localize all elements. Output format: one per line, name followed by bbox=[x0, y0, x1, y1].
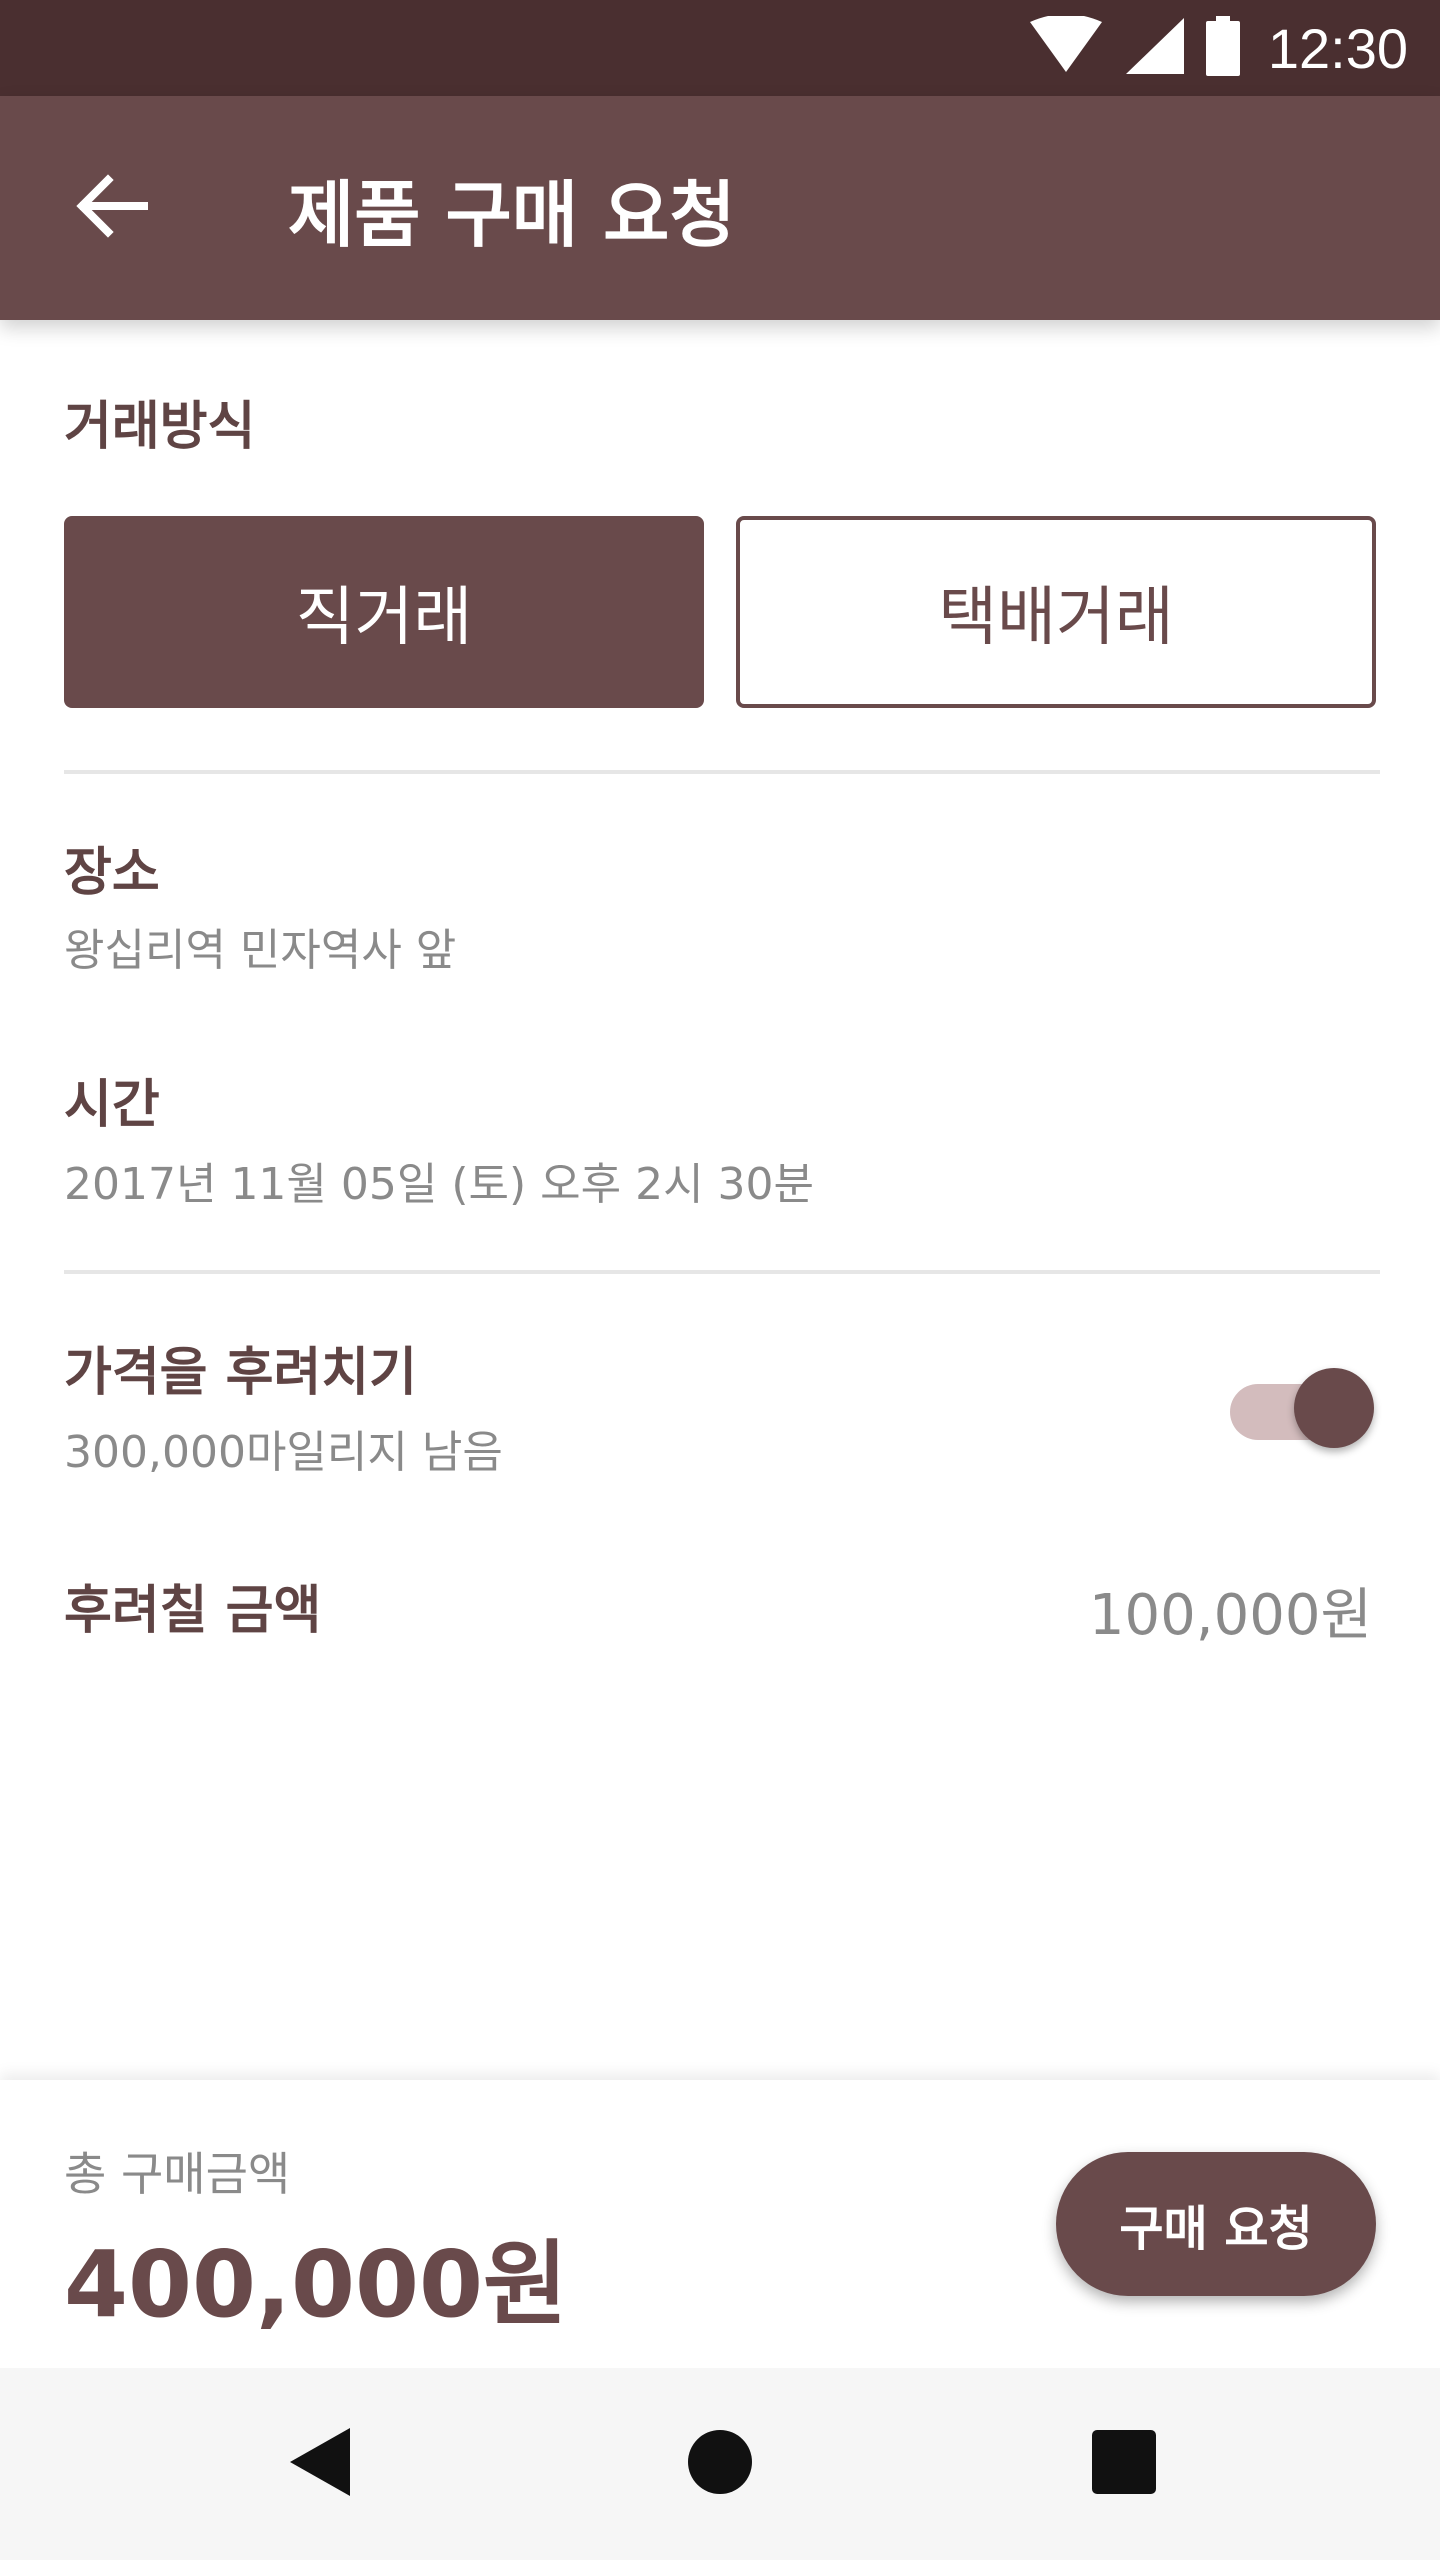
signal-icon bbox=[1124, 16, 1184, 80]
arrow-left-icon bbox=[76, 174, 148, 242]
total-value: 400,000원 bbox=[64, 2231, 568, 2338]
mileage-remaining: 300,000마일리지 남음 bbox=[64, 1427, 503, 1478]
nav-recents-button[interactable] bbox=[1084, 2424, 1164, 2504]
nav-recents-icon bbox=[1091, 2429, 1157, 2499]
nav-home-button[interactable] bbox=[680, 2424, 760, 2504]
direct-trade-button[interactable]: 직거래 bbox=[64, 516, 704, 708]
discount-label: 후려칠 금액 bbox=[64, 1581, 322, 1641]
mileage-label: 가격을 후려치기 bbox=[64, 1343, 417, 1403]
total-label: 총 구매금액 bbox=[64, 2147, 291, 2201]
divider bbox=[64, 1270, 1380, 1274]
purchase-request-button[interactable]: 구매 요청 bbox=[1056, 2152, 1376, 2296]
nav-back-icon bbox=[288, 2426, 352, 2502]
status-time: 12:30 bbox=[1267, 16, 1408, 80]
nav-back-button[interactable] bbox=[280, 2424, 360, 2504]
wifi-icon bbox=[1029, 14, 1102, 80]
back-button[interactable] bbox=[64, 164, 160, 252]
delivery-trade-button[interactable]: 택배거래 bbox=[736, 516, 1376, 708]
divider bbox=[64, 770, 1380, 774]
time-label: 시간 bbox=[64, 1075, 160, 1135]
discount-amount: 100,000원 bbox=[1088, 1583, 1372, 1648]
nav-home-icon bbox=[687, 2429, 753, 2499]
trade-method-label: 거래방식 bbox=[64, 397, 256, 457]
place-label: 장소 bbox=[64, 843, 160, 903]
system-nav-bar bbox=[0, 2368, 1440, 2560]
app-bar: 제품 구매 요청 bbox=[0, 96, 1440, 320]
toggle-thumb bbox=[1294, 1368, 1374, 1448]
mileage-toggle[interactable] bbox=[1226, 1368, 1376, 1448]
bottom-panel: 총 구매금액 400,000원 구매 요청 bbox=[0, 2080, 1440, 2368]
status-icons: 12:30 bbox=[1029, 0, 1408, 96]
status-bar: 12:30 bbox=[0, 0, 1440, 96]
battery-icon bbox=[1205, 16, 1240, 80]
place-value: 왕십리역 민자역사 앞 bbox=[64, 925, 457, 976]
page-title: 제품 구매 요청 bbox=[288, 172, 736, 257]
time-value: 2017년 11월 05일 (토) 오후 2시 30분 bbox=[64, 1159, 815, 1210]
